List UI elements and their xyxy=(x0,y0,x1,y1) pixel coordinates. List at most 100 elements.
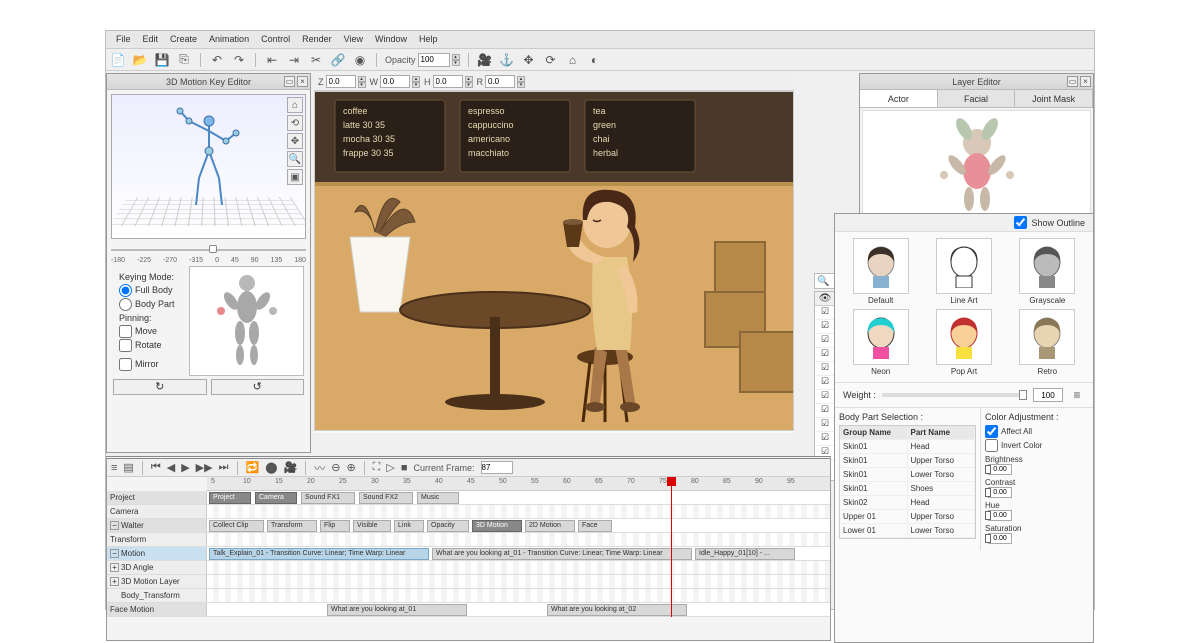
menu-view[interactable]: View xyxy=(338,31,369,48)
show-outline-check[interactable] xyxy=(1014,216,1027,229)
hue-input[interactable] xyxy=(988,510,1012,521)
tl-cam-icon[interactable]: 🎥 xyxy=(284,461,298,474)
row-transform[interactable]: Transform xyxy=(110,535,146,544)
opacity-spinner[interactable]: ▴▾ xyxy=(452,54,460,66)
next-key-icon[interactable]: ⇥ xyxy=(286,52,302,68)
tab-facial[interactable]: Facial xyxy=(938,90,1016,107)
brightness-input[interactable] xyxy=(988,464,1012,475)
home-icon[interactable]: ⌂ xyxy=(565,52,581,68)
affect-all-check[interactable]: Affect All xyxy=(985,425,1089,438)
style-default[interactable] xyxy=(853,238,909,294)
pin-rotate-check[interactable]: Rotate xyxy=(119,339,179,352)
tl-loop-icon[interactable]: 🔁 xyxy=(246,461,260,474)
tl-prev-icon[interactable]: ◀ xyxy=(167,461,175,474)
style-retro[interactable] xyxy=(1019,309,1075,365)
expand-mlayer-icon[interactable]: + xyxy=(110,577,119,586)
style-neon[interactable] xyxy=(853,309,909,365)
actor-preview[interactable] xyxy=(862,110,1091,230)
anchor-icon[interactable]: ⚓ xyxy=(499,52,515,68)
menu-help[interactable]: Help xyxy=(413,31,444,48)
style-lineart[interactable] xyxy=(936,238,992,294)
cut-icon[interactable]: ✂ xyxy=(308,52,324,68)
row-walter[interactable]: Walter xyxy=(121,521,144,530)
row-face-motion[interactable]: Face Motion xyxy=(110,605,154,614)
redo-icon[interactable]: ↷ xyxy=(231,52,247,68)
style-popart[interactable] xyxy=(936,309,992,365)
menu-create[interactable]: Create xyxy=(164,31,203,48)
opacity-input[interactable] xyxy=(418,53,450,67)
eye-icon[interactable]: ◉ xyxy=(352,52,368,68)
menu-file[interactable]: File xyxy=(110,31,137,48)
panel-min-icon[interactable]: ▭ xyxy=(284,76,295,87)
view-zoom-icon[interactable]: 🔍 xyxy=(287,151,303,167)
row-3d-motion-layer[interactable]: 3D Motion Layer xyxy=(121,577,180,586)
menu-render[interactable]: Render xyxy=(296,31,338,48)
h-input[interactable] xyxy=(433,75,463,88)
view-pan-icon[interactable]: ✥ xyxy=(287,133,303,149)
move-icon[interactable]: ✥ xyxy=(521,52,537,68)
tl-zoomin-icon[interactable]: ⊕ xyxy=(346,461,355,474)
menu-animation[interactable]: Animation xyxy=(203,31,255,48)
camera-icon[interactable]: 🎥 xyxy=(477,52,493,68)
menu-edit[interactable]: Edit xyxy=(137,31,165,48)
w-input[interactable] xyxy=(380,75,410,88)
tl-last-icon[interactable]: ⏭ xyxy=(219,461,229,474)
r-input[interactable] xyxy=(485,75,515,88)
cycle-next-icon[interactable]: ↺ xyxy=(211,379,305,395)
angle-slider[interactable] xyxy=(111,243,306,257)
current-frame-input[interactable] xyxy=(481,461,513,474)
prev-key-icon[interactable]: ⇤ xyxy=(264,52,280,68)
layer-min-icon[interactable]: ▭ xyxy=(1067,76,1078,87)
invert-color-check[interactable]: Invert Color xyxy=(985,439,1089,452)
view-3d[interactable]: ⌂ ⟲ ✥ 🔍 ▣ xyxy=(111,94,306,239)
row-camera[interactable]: Camera xyxy=(110,507,138,516)
tl-next-icon[interactable]: ▶▶ xyxy=(196,461,213,474)
export-icon[interactable]: ⎘ xyxy=(176,52,192,68)
tab-actor[interactable]: Actor xyxy=(860,90,938,107)
view-toggle-icon[interactable]: ▣ xyxy=(287,169,303,185)
undo-icon[interactable]: ↶ xyxy=(209,52,225,68)
row-body-transform[interactable]: Body_Transform xyxy=(121,591,180,600)
tl-filter-icon[interactable]: ▤ xyxy=(123,461,133,474)
menu-control[interactable]: Control xyxy=(255,31,296,48)
weight-menu-icon[interactable]: ≡ xyxy=(1069,387,1085,403)
mirror-check[interactable]: Mirror xyxy=(119,358,179,371)
row-3d-angle[interactable]: 3D Angle xyxy=(121,563,153,572)
tl-play2-icon[interactable]: ▷ xyxy=(386,461,394,474)
tl-first-icon[interactable]: ⏮ xyxy=(151,461,161,474)
cycle-prev-icon[interactable]: ↻ xyxy=(113,379,207,395)
tl-list-icon[interactable]: ≡ xyxy=(111,462,117,474)
tl-zoomout-icon[interactable]: ⊖ xyxy=(331,461,340,474)
tl-play-icon[interactable]: ▶ xyxy=(181,461,189,474)
tl-stop-icon[interactable]: ■ xyxy=(401,462,408,474)
expand-walter-icon[interactable]: − xyxy=(110,521,119,530)
tab-jointmask[interactable]: Joint Mask xyxy=(1015,90,1093,107)
row-motion[interactable]: Motion xyxy=(121,549,145,558)
scene-canvas[interactable]: coffeelatte 30 35mocha 30 35frappe 30 35… xyxy=(314,91,794,431)
new-icon[interactable]: 📄 xyxy=(110,52,126,68)
view-home-icon[interactable]: ⌂ xyxy=(287,97,303,113)
keying-part-radio[interactable]: Body Part xyxy=(119,298,179,311)
expand-angle-icon[interactable]: + xyxy=(110,563,119,572)
view-rotate-icon[interactable]: ⟲ xyxy=(287,115,303,131)
keying-full-radio[interactable]: Full Body xyxy=(119,284,179,297)
style-grayscale[interactable] xyxy=(1019,238,1075,294)
tl-fit-icon[interactable]: ⛶ xyxy=(373,461,381,474)
contrast-input[interactable] xyxy=(988,487,1012,498)
skeleton-3d[interactable] xyxy=(174,113,244,215)
tl-curve-icon[interactable]: 〰 xyxy=(314,460,325,476)
pin-move-check[interactable]: Move xyxy=(119,325,179,338)
weight-input[interactable] xyxy=(1033,388,1063,402)
timeline-ruler[interactable]: 5101520253035404550556065707580859095 xyxy=(207,477,830,491)
panel-close-icon[interactable]: × xyxy=(297,76,308,87)
tl-rec-icon[interactable]: ⬤ xyxy=(265,461,277,474)
body-part-table[interactable]: Group NamePart Name Skin01Head Skin01Upp… xyxy=(839,425,976,539)
menu-window[interactable]: Window xyxy=(369,31,413,48)
z-input[interactable] xyxy=(326,75,356,88)
layer-close-icon[interactable]: × xyxy=(1080,76,1091,87)
save-icon[interactable]: 💾 xyxy=(154,52,170,68)
puppet-selector[interactable] xyxy=(189,266,304,376)
flip-icon[interactable]: ◐ xyxy=(587,52,603,68)
saturation-input[interactable] xyxy=(988,533,1012,544)
expand-motion-icon[interactable]: − xyxy=(110,549,119,558)
